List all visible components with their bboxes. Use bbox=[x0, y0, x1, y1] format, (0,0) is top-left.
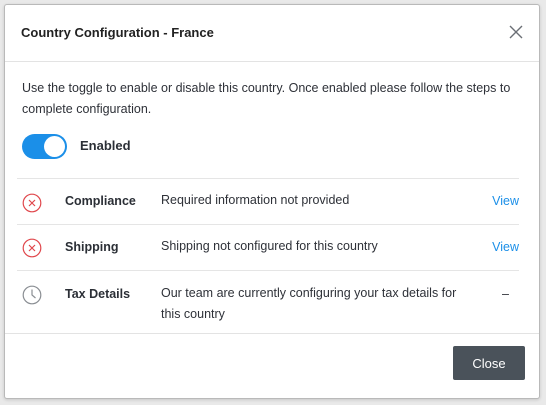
close-button[interactable]: Close bbox=[453, 346, 525, 380]
dialog-title: Country Configuration - France bbox=[21, 25, 214, 40]
step-name: Shipping bbox=[65, 240, 119, 254]
country-configuration-dialog: Country Configuration - France Use the t… bbox=[4, 4, 540, 399]
step-name: Compliance bbox=[65, 194, 136, 208]
step-status-dash: – bbox=[502, 287, 509, 301]
view-shipping-link[interactable]: View bbox=[492, 240, 519, 254]
step-name: Tax Details bbox=[65, 287, 131, 301]
step-row-shipping: Shipping Shipping not configured for thi… bbox=[17, 224, 519, 271]
toggle-label: Enabled bbox=[80, 138, 131, 153]
step-row-tax-details: Tax Details Our team are currently confi… bbox=[17, 270, 519, 333]
step-row-compliance: Compliance Required information not prov… bbox=[17, 178, 519, 225]
close-icon[interactable] bbox=[507, 23, 525, 41]
error-circle-x-icon bbox=[22, 193, 42, 213]
dialog-description: Use the toggle to enable or disable this… bbox=[22, 81, 511, 116]
step-detail: Our team are currently configuring your … bbox=[161, 286, 457, 321]
toggle-knob bbox=[44, 136, 65, 157]
enabled-toggle[interactable] bbox=[22, 134, 67, 159]
step-detail: Shipping not configured for this country bbox=[161, 239, 378, 253]
clock-icon bbox=[22, 285, 42, 305]
dialog-header: Country Configuration - France bbox=[5, 5, 539, 62]
error-circle-x-icon bbox=[22, 238, 42, 258]
step-detail: Required information not provided bbox=[161, 193, 350, 207]
view-compliance-link[interactable]: View bbox=[492, 194, 519, 208]
dialog-footer: Close bbox=[5, 333, 539, 398]
